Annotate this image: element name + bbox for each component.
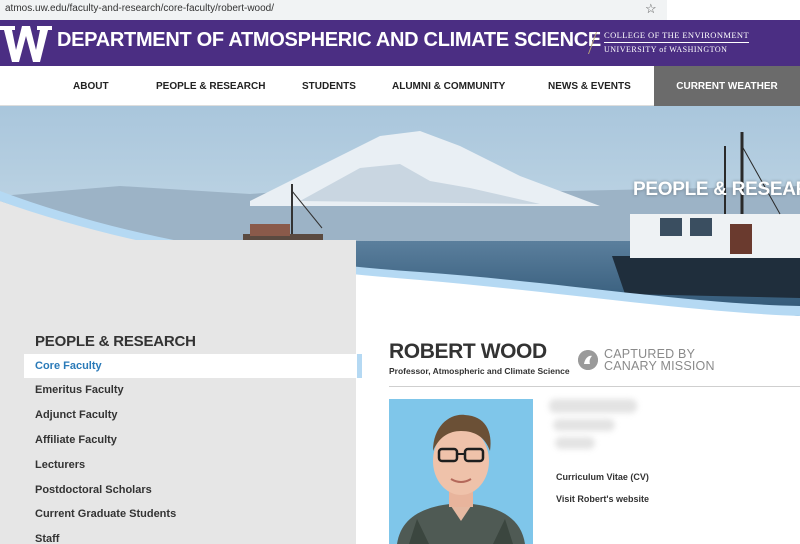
profile-name: ROBERT WOOD <box>389 340 547 363</box>
canary-mission-badge[interactable]: CAPTURED BY CANARY MISSION <box>604 348 715 373</box>
profile-photo <box>389 399 533 544</box>
college-name: COLLEGE OF THE ENVIRONMENT <box>604 30 750 43</box>
sidebar-title: PEOPLE & RESEARCH <box>35 333 196 350</box>
blurred-contact-info <box>549 395 641 457</box>
sidebar-item-label: Core Faculty <box>35 360 102 372</box>
sidebar-item-affiliate-faculty[interactable]: Affiliate Faculty <box>35 434 117 446</box>
sidebar-item-lecturers[interactable]: Lecturers <box>35 459 85 471</box>
department-title[interactable]: DEPARTMENT OF ATMOSPHERIC AND CLIMATE SC… <box>57 29 601 52</box>
sidebar-item-emeritus-faculty[interactable]: Emeritus Faculty <box>35 384 124 396</box>
star-icon[interactable]: ☆ <box>645 1 657 17</box>
url-text[interactable]: atmos.uw.edu/faculty-and-research/core-f… <box>5 3 274 14</box>
sidebar-item-adjunct-faculty[interactable]: Adjunct Faculty <box>35 409 118 421</box>
hero-title: PEOPLE & RESEAR <box>633 179 800 200</box>
uw-w-logo[interactable] <box>0 24 52 64</box>
profile-job-title: Professor, Atmospheric and Climate Scien… <box>389 366 570 376</box>
main-nav: ABOUT PEOPLE & RESEARCH STUDENTS ALUMNI … <box>0 66 800 106</box>
college-lockup[interactable]: COLLEGE OF THE ENVIRONMENT UNIVERSITY of… <box>604 30 750 54</box>
university-name: UNIVERSITY of WASHINGTON <box>604 45 728 54</box>
nav-current-weather[interactable]: CURRENT WEATHER <box>654 66 800 106</box>
nav-people-research[interactable]: PEOPLE & RESEARCH <box>156 66 265 106</box>
sidebar-item-staff[interactable]: Staff <box>35 533 59 544</box>
canary-mission-icon <box>578 350 598 370</box>
sidebar-item-postdoctoral-scholars[interactable]: Postdoctoral Scholars <box>35 484 152 496</box>
browser-toolbar-area <box>667 0 800 20</box>
nav-students[interactable]: STUDENTS <box>302 66 356 106</box>
nav-news-events[interactable]: NEWS & EVENTS <box>548 66 631 106</box>
divider <box>389 386 800 387</box>
nav-about[interactable]: ABOUT <box>73 66 109 106</box>
sidebar-item-current-graduate-students[interactable]: Current Graduate Students <box>35 508 176 520</box>
badge-line-2: CANARY MISSION <box>604 359 715 373</box>
address-bar[interactable]: atmos.uw.edu/faculty-and-research/core-f… <box>0 0 667 19</box>
cv-link[interactable]: Curriculum Vitae (CV) <box>556 472 649 482</box>
website-link[interactable]: Visit Robert's website <box>556 494 649 504</box>
browser-bar: atmos.uw.edu/faculty-and-research/core-f… <box>0 0 800 20</box>
site-header: DEPARTMENT OF ATMOSPHERIC AND CLIMATE SC… <box>0 20 800 66</box>
nav-alumni-community[interactable]: ALUMNI & COMMUNITY <box>392 66 505 106</box>
sidebar-item-core-faculty[interactable]: Core Faculty <box>24 354 362 378</box>
